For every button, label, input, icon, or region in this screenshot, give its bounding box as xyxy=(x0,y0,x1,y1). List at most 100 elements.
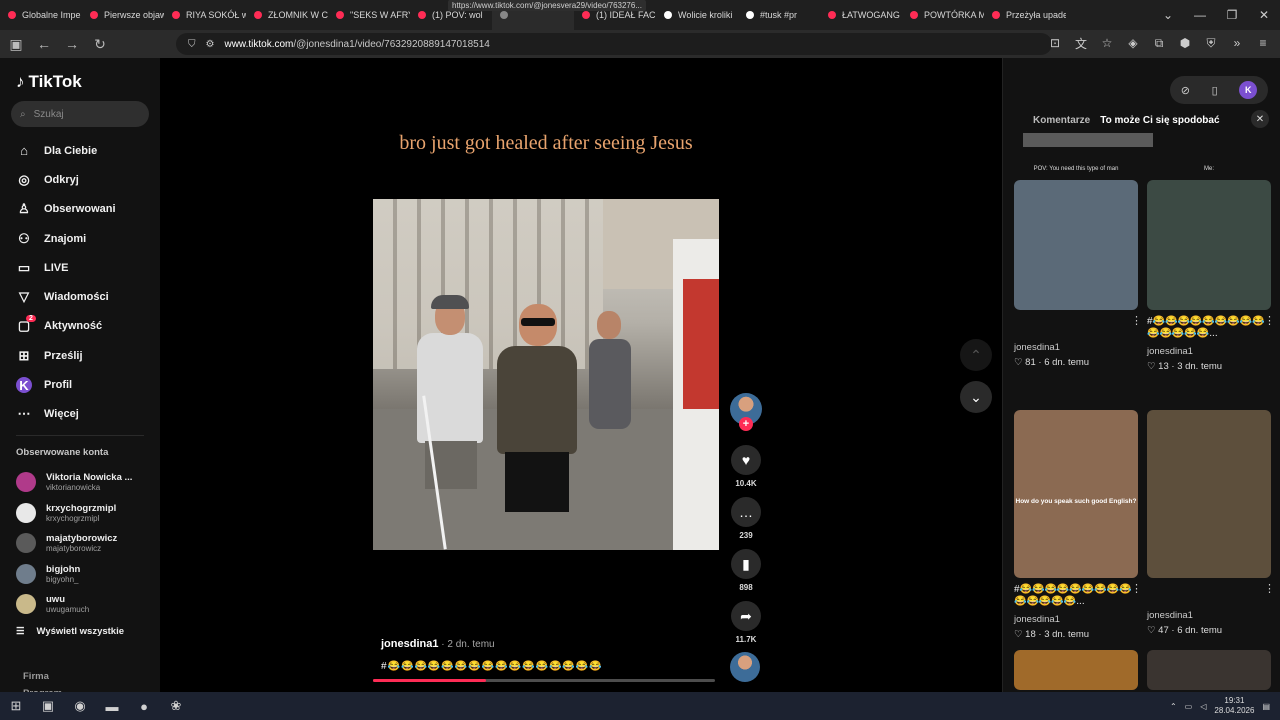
menu-icon[interactable]: ≡ xyxy=(1254,34,1272,52)
video-progress-bar[interactable] xyxy=(373,679,715,682)
sidebar-item[interactable]: ⊞ Prześlij xyxy=(16,341,156,370)
tiktok-logo[interactable]: ♪ TikTok xyxy=(16,72,82,92)
more-tools-icon[interactable]: » xyxy=(1228,34,1246,52)
sidebar-item[interactable]: ◎ Odkryj xyxy=(16,165,156,194)
browser-tab[interactable]: Globalne Impe xyxy=(0,0,82,30)
video-thumbnail[interactable] xyxy=(1147,410,1271,578)
creator-avatar[interactable]: + xyxy=(730,393,762,431)
shield-icon[interactable]: ⛉ xyxy=(188,39,196,50)
next-creator-avatar[interactable] xyxy=(730,652,760,682)
browser-tab[interactable]: Przeżyła upadek xyxy=(984,0,1066,30)
tray-chevron-icon[interactable]: ⌃ xyxy=(1170,702,1177,711)
network-icon[interactable]: ▭ xyxy=(1185,702,1193,711)
browser-tab[interactable]: ZŁOMNIK W C xyxy=(246,0,328,30)
browser-tab[interactable]: Wolicie kroliki xyxy=(656,0,738,30)
sidebar-toggle-icon[interactable]: ▣ xyxy=(4,32,28,56)
firefox-icon[interactable]: ● xyxy=(128,692,160,720)
bookmark-icon[interactable]: ▮ xyxy=(731,549,761,579)
video-author[interactable]: jonesdina1 xyxy=(381,638,438,650)
heart-icon[interactable]: ♥ xyxy=(731,445,761,475)
card-author[interactable]: jonesdina1 xyxy=(1014,614,1138,625)
sidebar-item[interactable]: ⚇ Znajomi xyxy=(16,224,156,253)
forward-button[interactable]: → xyxy=(60,32,84,56)
minimize-button[interactable]: — xyxy=(1184,0,1216,30)
browser-tab[interactable]: POWTÓRKA M xyxy=(902,0,984,30)
share-action[interactable]: ➦ 11.7K xyxy=(728,601,764,644)
comment-action[interactable]: … 239 xyxy=(728,497,764,540)
steam-icon[interactable]: ◉ xyxy=(64,692,96,720)
suggested-video-card[interactable]: ⋮ jonesdina1 ♡ 47 · 6 dn. temu xyxy=(1147,410,1275,636)
security-icon[interactable]: ⛨ xyxy=(1202,34,1220,52)
next-video-button[interactable]: ⌄ xyxy=(960,381,992,413)
browser-tab[interactable]: Pierwsze objaw xyxy=(82,0,164,30)
creator-avatar-action[interactable]: + xyxy=(728,393,764,431)
close-window-button[interactable]: ✕ xyxy=(1248,0,1280,30)
card-author[interactable]: jonesdina1 xyxy=(1014,342,1138,353)
video-thumbnail[interactable]: POV: You need this type of man xyxy=(1014,166,1138,310)
followed-account[interactable]: bigjohn bigyohn_ xyxy=(16,559,156,590)
card-author[interactable]: jonesdina1 xyxy=(1147,610,1271,621)
browser-tab[interactable]: "SEKS W AFRYK xyxy=(328,0,410,30)
adblock-icon[interactable]: ⬢ xyxy=(1176,34,1194,52)
sidebar-item[interactable]: ▽ Wiadomości xyxy=(16,282,156,311)
previous-video-button[interactable]: ⌃ xyxy=(960,339,992,371)
share-icon[interactable]: ➦ xyxy=(731,601,761,631)
reload-button[interactable]: ↻ xyxy=(88,32,112,56)
url-input[interactable]: ⛉ ⚙ www.tiktok.com/@jonesdina1/video/763… xyxy=(176,33,1052,55)
browser-tab[interactable]: #tusk #pr xyxy=(738,0,820,30)
explore-icon[interactable]: ⊘ xyxy=(1181,84,1190,97)
screenshot-icon[interactable]: ⊡ xyxy=(1046,34,1064,52)
file-explorer-icon[interactable]: ▬ xyxy=(96,692,128,720)
card-author[interactable]: jonesdina1 xyxy=(1147,346,1271,357)
sidebar-item[interactable]: ▭ LIVE xyxy=(16,253,156,282)
suggested-video-card[interactable]: How do you speak such good English? #😂😂😂😂… xyxy=(1014,410,1142,640)
user-avatar[interactable]: K xyxy=(1239,81,1258,99)
device-icon[interactable]: ▯ xyxy=(1212,84,1218,97)
video-player[interactable] xyxy=(373,199,719,550)
video-thumbnail[interactable] xyxy=(1014,650,1138,690)
video-thumbnail[interactable]: How do you speak such good English? xyxy=(1014,410,1138,578)
suggested-video-card[interactable]: POV: You need this type of man ⋮ jonesdina… xyxy=(1014,166,1142,368)
video-thumbnail[interactable] xyxy=(1147,650,1271,690)
more-options-icon[interactable]: ⋮ xyxy=(1131,582,1142,595)
volume-icon[interactable]: ◁ xyxy=(1200,702,1206,711)
browser-tab[interactable]: RIYA SOKÓŁ w xyxy=(164,0,246,30)
more-options-icon[interactable]: ⋮ xyxy=(1264,314,1275,327)
browser-tab[interactable]: ŁATWOGANG xyxy=(820,0,902,30)
suggested-video-card[interactable]: Me: #😂😂😂😂😂😂😂😂😂😂😂😂😂😂... ⋮ jonesdina1 ♡ 13 · 3… xyxy=(1147,166,1275,372)
show-all-button[interactable]: ☰ Wyświetl wszystkie xyxy=(16,626,124,637)
sidebar-item[interactable]: ▢ 2 Aktywność xyxy=(16,312,156,341)
followed-account[interactable]: uwu uwugamuch xyxy=(16,589,156,620)
clock[interactable]: 19:31 28.04.2026 xyxy=(1214,696,1254,716)
suggested-video-card[interactable] xyxy=(1014,650,1138,690)
follow-plus-icon[interactable]: + xyxy=(739,417,753,431)
sidebar-item[interactable]: K Profil xyxy=(16,370,156,399)
more-options-icon[interactable]: ⋮ xyxy=(1264,582,1275,595)
suggested-video-card[interactable] xyxy=(1147,650,1271,690)
bird-app-icon[interactable]: ❀ xyxy=(160,692,192,720)
sidebar-item[interactable]: ♙ Obserwowani xyxy=(16,195,156,224)
sidebar-item[interactable]: ⌂ Dla Ciebie xyxy=(16,136,156,165)
followed-account[interactable]: Viktoria Nowicka ... viktorianowicka xyxy=(16,467,156,498)
search-input[interactable]: ⌕ Szukaj xyxy=(11,101,149,127)
extensions-puzzle-icon[interactable]: ⧉ xyxy=(1150,34,1168,52)
start-icon[interactable]: ⊞ xyxy=(0,692,32,720)
back-button[interactable]: ← xyxy=(32,32,56,56)
more-options-icon[interactable]: ⋮ xyxy=(1131,314,1142,327)
like-action[interactable]: ♥ 10.4K xyxy=(728,445,764,488)
notifications-icon[interactable]: ▤ xyxy=(1262,702,1270,711)
tab-list-icon[interactable]: ⌄ xyxy=(1152,0,1184,30)
comment-icon[interactable]: … xyxy=(731,497,761,527)
site-settings-icon[interactable]: ⚙ xyxy=(206,39,215,50)
sidebar-item[interactable]: ⋯ Więcej xyxy=(16,400,156,429)
followed-account[interactable]: krxychogrzmipl krxychogrzmipl xyxy=(16,498,156,529)
footer-link[interactable]: Firma xyxy=(23,668,62,685)
close-panel-icon[interactable]: ✕ xyxy=(1251,110,1269,128)
video-thumbnail[interactable]: Me: xyxy=(1147,166,1271,310)
bookmark-star-icon[interactable]: ☆ xyxy=(1098,34,1116,52)
restore-button[interactable]: ❐ xyxy=(1216,0,1248,30)
save-action[interactable]: ▮ 898 xyxy=(728,549,764,592)
followed-account[interactable]: majatyborowicz majatyborowicz xyxy=(16,528,156,559)
tab-suggested[interactable]: To może Ci się spodobać xyxy=(1100,115,1219,126)
monitor-app-icon[interactable]: ▣ xyxy=(32,692,64,720)
